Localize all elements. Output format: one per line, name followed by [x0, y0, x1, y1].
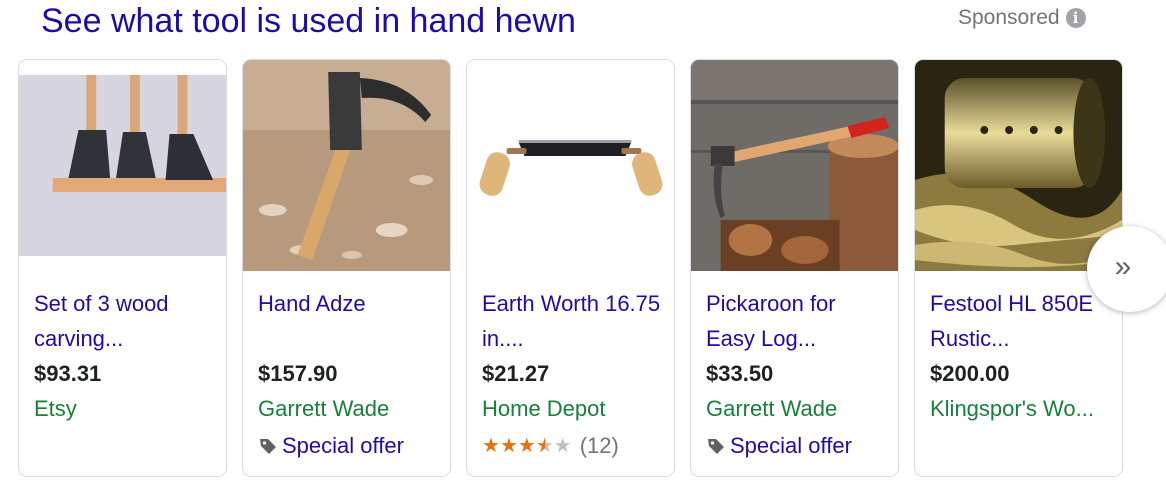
product-price: $157.90	[258, 361, 338, 386]
special-offer[interactable]: Special offer	[258, 430, 404, 462]
product-price: $33.50	[706, 361, 774, 386]
special-offer-text: Special offer	[282, 433, 404, 458]
product-store: Garrett Wade	[706, 396, 838, 421]
product-price: $93.31	[34, 361, 102, 386]
product-image-drawknife[interactable]	[467, 60, 674, 271]
tag-icon	[708, 439, 724, 454]
product-image-three-carving-axes[interactable]	[19, 60, 226, 271]
product-title[interactable]: Pickaroon for Easy Log...	[706, 286, 886, 356]
review-count: (12)	[579, 433, 619, 458]
product-title[interactable]: Earth Worth 16.75 in....	[482, 286, 662, 356]
star-rating: ★★★★★	[482, 430, 572, 462]
product-card[interactable]: Set of 3 wood carving... $93.31 Etsy	[18, 59, 227, 477]
product-store: Home Depot	[482, 396, 606, 421]
page-title[interactable]: See what tool is used in hand hewn	[41, 2, 576, 41]
product-price: $21.27	[482, 361, 550, 386]
star-icon: ★	[499, 435, 518, 457]
product-card[interactable]: Hand Adze $157.90 Garrett Wade Special o…	[242, 59, 451, 477]
star-icon: ★	[517, 435, 536, 457]
special-offer[interactable]: Special offer	[706, 430, 852, 462]
product-image-planer-drum[interactable]	[915, 60, 1122, 271]
product-title[interactable]: Set of 3 wood carving...	[34, 286, 214, 356]
product-price: $200.00	[930, 361, 1010, 386]
product-title[interactable]: Hand Adze	[258, 286, 438, 321]
sponsored-text: Sponsored	[958, 6, 1060, 29]
product-store: Etsy	[34, 396, 77, 421]
product-card[interactable]: Pickaroon for Easy Log... $33.50 Garrett…	[690, 59, 899, 477]
tag-icon	[260, 439, 276, 454]
rating: ★★★★★ (12)	[482, 430, 619, 462]
product-title[interactable]: Festool HL 850E Rustic...	[930, 286, 1110, 356]
star-icon: ★	[482, 435, 500, 457]
product-image-adze-on-wood-chips[interactable]	[243, 60, 450, 271]
half-star-icon: ★	[535, 435, 554, 457]
double-chevron-right-icon: »	[1114, 250, 1132, 283]
empty-star-icon: ★	[553, 435, 572, 457]
carousel-next-button[interactable]: »	[1087, 226, 1166, 312]
product-store: Klingspor's Wo...	[930, 396, 1094, 421]
product-image-pickaroon-on-log[interactable]	[691, 60, 898, 271]
product-store: Garrett Wade	[258, 396, 390, 421]
sponsored-label: Sponsored i	[958, 6, 1086, 30]
product-card[interactable]: Earth Worth 16.75 in.... $21.27 Home Dep…	[466, 59, 675, 477]
info-icon[interactable]: i	[1065, 8, 1086, 28]
special-offer-text: Special offer	[730, 433, 852, 458]
